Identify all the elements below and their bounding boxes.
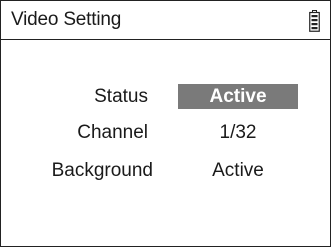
video-setting-screen: Video Setting Status Active Channel 1/32… xyxy=(0,0,331,247)
status-value[interactable]: Active xyxy=(178,84,298,109)
channel-value[interactable]: 1/32 xyxy=(178,122,298,144)
background-value[interactable]: Active xyxy=(178,160,298,182)
settings-list: Status Active Channel 1/32 Background Ac… xyxy=(1,1,330,246)
channel-label: Channel xyxy=(77,122,148,143)
status-label: Status xyxy=(94,86,148,107)
background-label: Background xyxy=(51,160,153,181)
